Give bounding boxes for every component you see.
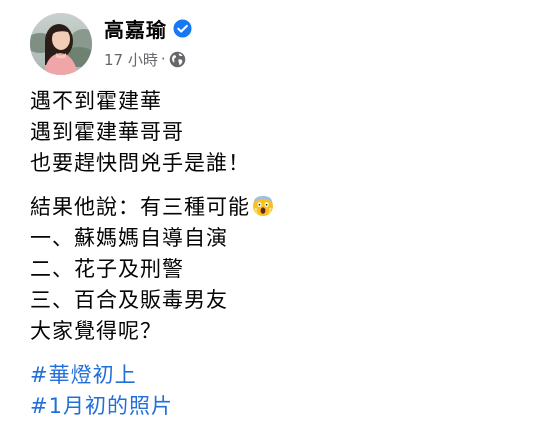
post-line: 大家覺得呢？ (30, 319, 162, 343)
hashtag-line: #1月初的照片 (30, 391, 540, 422)
globe-icon[interactable] (169, 51, 186, 68)
face-screaming-in-fear-emoji-icon (252, 195, 274, 217)
author-name[interactable]: 高嘉瑜 (104, 14, 167, 43)
post-line: 遇不到霍建華 (30, 89, 162, 113)
hashtag-link[interactable]: #1月初的照片 (30, 394, 173, 418)
avatar[interactable] (30, 13, 92, 75)
post-timestamp[interactable]: 17 小時 (104, 49, 158, 70)
post-line-with-emoji: 結果他說：有三種可能 (30, 192, 540, 223)
hashtag-line: #華燈初上 (30, 360, 540, 391)
avatar-photo (30, 13, 92, 75)
post-meta: 17 小時 · (104, 48, 186, 70)
post-line-text: 結果他說：有三種可能 (30, 195, 250, 219)
post-line: 三、百合及販毒男友 (30, 288, 228, 312)
post-body: 遇不到霍建華 遇到霍建華哥哥 也要趕快問兇手是誰！ 結果他說：有三種可能 一、蘇… (30, 86, 540, 422)
verified-badge-icon (173, 18, 192, 38)
author-header: 高嘉瑜 (104, 14, 192, 42)
meta-separator: · (160, 50, 166, 68)
post-line: 也要趕快問兇手是誰！ (30, 151, 250, 175)
post-line: 二、花子及刑警 (30, 257, 184, 281)
facebook-post: 高嘉瑜 17 小時 · 遇不到霍建華 遇到霍建華哥哥 也要趕快問兇手是誰！ 結果… (0, 0, 549, 434)
post-line: 遇到霍建華哥哥 (30, 120, 184, 144)
post-line: 一、蘇媽媽自導自演 (30, 226, 228, 250)
hashtag-link[interactable]: #華燈初上 (30, 363, 137, 387)
